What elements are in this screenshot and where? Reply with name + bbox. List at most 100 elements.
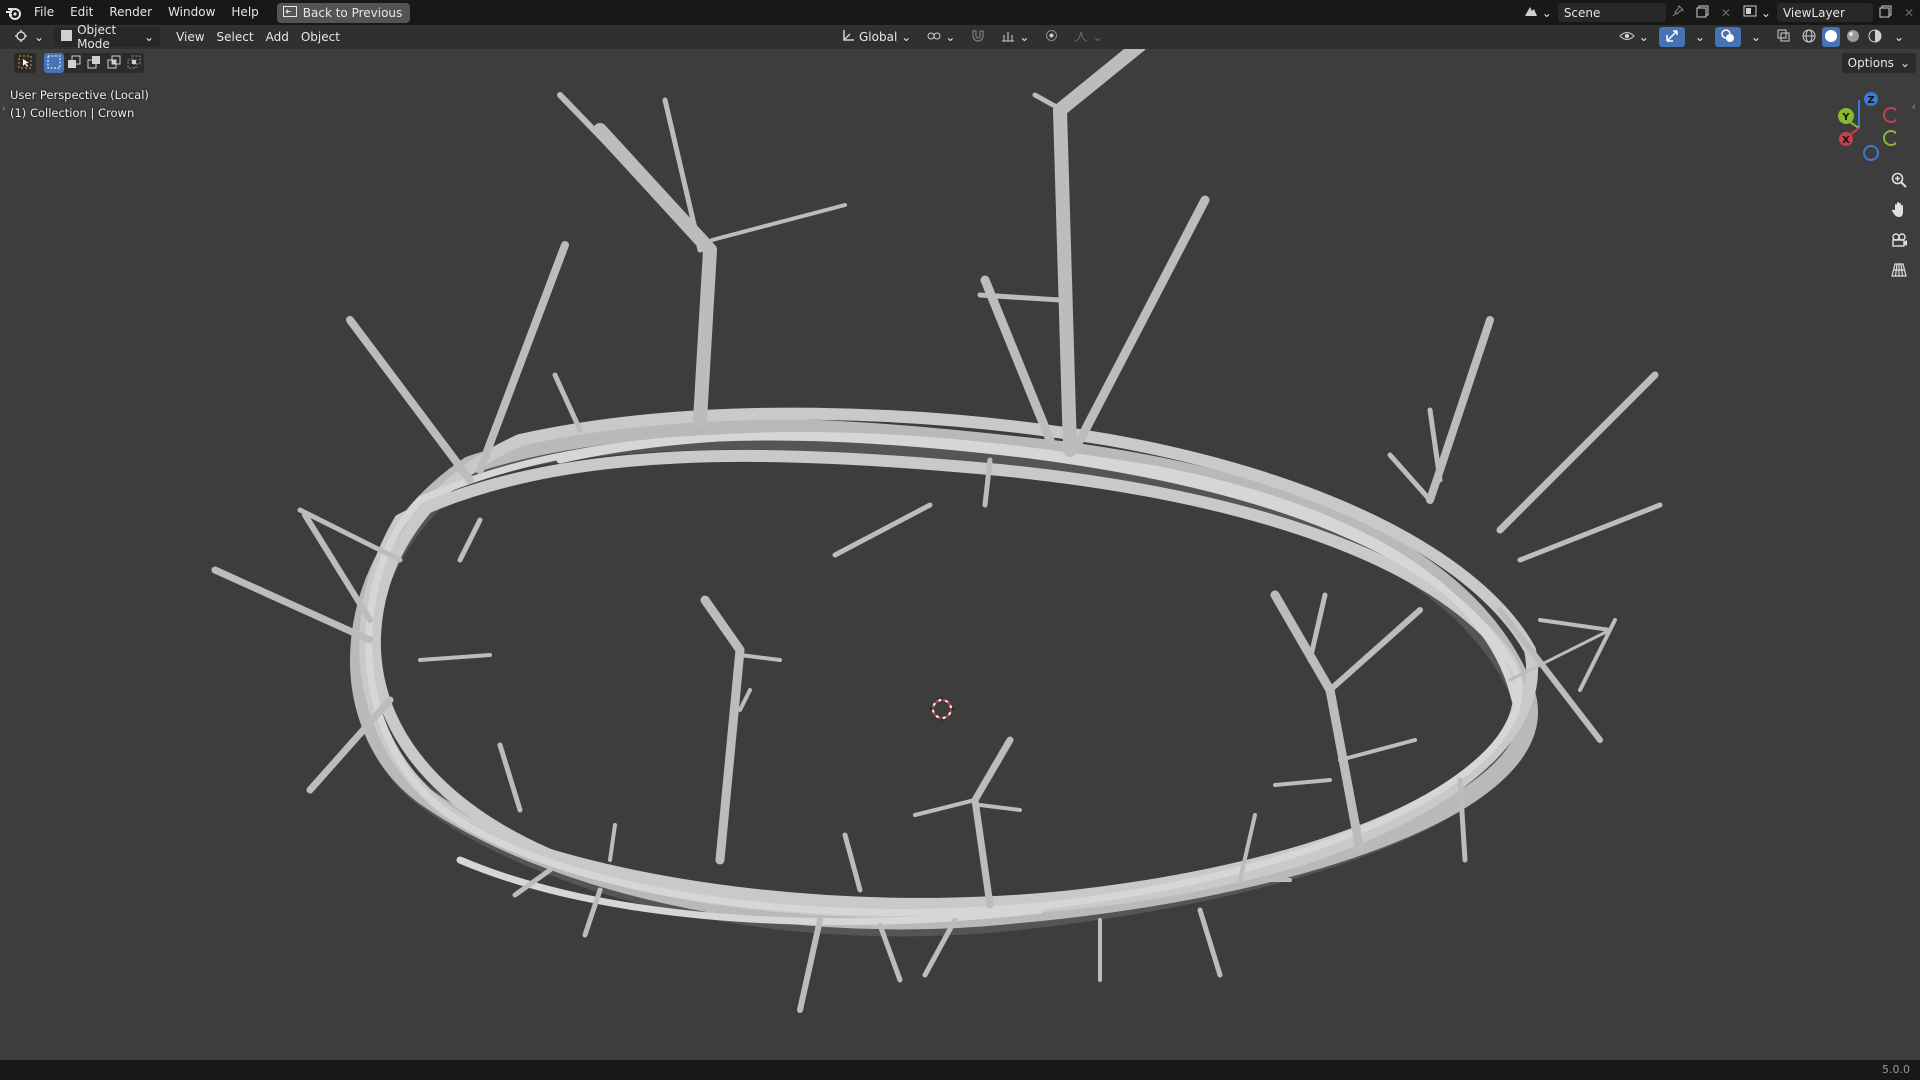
viewport-3d[interactable] [0,0,1920,1080]
menu-window[interactable]: Window [160,0,223,25]
close-scene-button[interactable]: ✕ [1715,3,1737,23]
camera-icon [1890,232,1908,251]
select-cursor-icon [18,55,32,72]
pivot-icon [927,30,941,45]
view-layer-selector-button[interactable]: ⌄ [1737,3,1777,23]
menu-edit[interactable]: Edit [62,0,101,25]
gizmo-x-label: X [1842,135,1850,146]
status-bar: 5.0.0 [0,1060,1920,1080]
mode-label: Object Mode [77,23,117,51]
mode-difference-button[interactable] [104,53,124,73]
menu-file[interactable]: File [26,0,62,25]
xray-toggle[interactable] [1771,27,1796,47]
chevron-down-icon: ⌄ [1092,30,1103,44]
mode-subtract-button[interactable] [84,53,104,73]
mode-set-button[interactable] [44,53,64,73]
close-icon: ✕ [1903,5,1914,20]
gizmo-toggle[interactable] [1658,27,1685,47]
back-screen-icon [282,5,297,20]
mode-dropdown[interactable]: Object Mode ⌄ [54,23,161,51]
menu-add[interactable]: Add [260,27,295,47]
selection-mode-group [44,53,144,73]
duplicate-icon [1879,5,1892,21]
chevron-down-icon: ⌄ [901,30,912,44]
select-difference-icon [107,55,121,72]
viewport-header: ⌄ Object Mode ⌄ View Select Add Object G… [0,23,1920,51]
gizmo-neg-z[interactable] [1863,145,1879,161]
gizmo-x-axis[interactable]: X [1839,132,1853,146]
options-dropdown[interactable]: Options ⌄ [1841,53,1916,73]
snap-toggle[interactable] [965,27,991,47]
gizmo-z-label: Z [1867,95,1874,106]
scene-name: Scene [1563,5,1601,20]
active-object-label: (1) Collection | Crown [10,106,135,120]
proportional-edit-toggle[interactable] [1039,27,1064,47]
visibility-dropdown[interactable]: ⌄ [1613,27,1655,47]
scene-selector-button[interactable]: ⌄ [1518,3,1558,23]
pivot-point-dropdown[interactable]: ⌄ [921,27,961,47]
gizmo-neg-y[interactable] [1883,130,1896,146]
magnet-icon [971,29,985,45]
navigation-gizmo[interactable]: Z Y X [1826,88,1896,168]
gizmo-neg-x[interactable] [1883,107,1896,123]
select-set-icon [47,55,61,72]
view-layer-icon [1743,5,1757,20]
tool-header: Options ⌄ [0,49,1920,77]
snap-target-dropdown[interactable]: ⌄ [995,27,1035,47]
object-mode-icon [60,29,73,45]
new-view-layer-button[interactable] [1873,3,1898,23]
new-scene-button[interactable] [1690,3,1715,23]
overlays-toggle[interactable] [1714,27,1741,47]
gizmo-icon [1665,29,1679,46]
chevron-down-icon: ⌄ [1899,56,1910,70]
overlays-dropdown[interactable]: ⌄ [1745,27,1767,47]
menu-object[interactable]: Object [295,27,346,47]
transform-tools: Global ⌄ ⌄ ⌄ ⌄ [836,25,1109,49]
close-icon: ✕ [1720,5,1731,20]
scene-icon [1524,5,1538,20]
proportional-falloff-dropdown[interactable]: ⌄ [1068,27,1108,47]
duplicate-icon [1696,5,1709,21]
sidebar-expand-right-icon[interactable]: ‹ [1912,100,1916,113]
hand-icon [1891,201,1907,221]
3d-cursor-icon [930,697,954,721]
menu-view[interactable]: View [170,27,210,47]
gizmo-z-axis[interactable]: Z [1864,92,1878,106]
view-layer-name-field[interactable]: ViewLayer [1776,3,1873,22]
material-sphere-icon [1846,29,1860,46]
scene-name-field[interactable]: Scene [1557,3,1666,22]
gizmo-dropdown[interactable]: ⌄ [1689,27,1711,47]
shading-solid-button[interactable] [1821,27,1840,47]
overlays-icon [1721,28,1735,46]
back-to-previous-button[interactable]: Back to Previous [276,2,411,23]
menu-render[interactable]: Render [101,0,160,25]
editor-type-button[interactable]: ⌄ [8,27,50,47]
shading-wireframe-button[interactable] [1800,27,1818,47]
close-view-layer-button[interactable]: ✕ [1898,3,1920,23]
select-subtract-icon [87,55,101,72]
camera-view-button[interactable] [1886,228,1912,254]
xray-icon [1777,29,1790,45]
pin-scene-button[interactable] [1666,3,1690,23]
pan-button[interactable] [1886,198,1912,224]
mode-extend-button[interactable] [64,53,84,73]
shading-rendered-button[interactable] [1866,27,1884,47]
zoom-button[interactable] [1886,168,1912,194]
tool-select-box-button[interactable] [14,53,36,73]
proportional-edit-icon [1045,29,1058,45]
falloff-curve-icon [1074,30,1088,45]
blender-logo-icon[interactable] [0,0,26,25]
shading-dropdown[interactable]: ⌄ [1888,27,1910,47]
gizmo-y-axis[interactable]: Y [1838,108,1854,124]
menu-help[interactable]: Help [223,0,266,25]
select-extend-icon [67,55,81,72]
crown-mesh[interactable] [211,38,1663,1013]
sidebar-expand-left-icon[interactable]: › [2,104,6,114]
orientation-dropdown[interactable]: Global ⌄ [836,27,917,47]
mode-intersect-button[interactable] [124,53,144,73]
solid-sphere-icon [1824,29,1838,46]
menu-select[interactable]: Select [211,27,260,47]
gizmo-y-label: Y [1841,112,1850,123]
shading-material-button[interactable] [1844,27,1862,47]
toggle-perspective-button[interactable] [1886,258,1912,284]
